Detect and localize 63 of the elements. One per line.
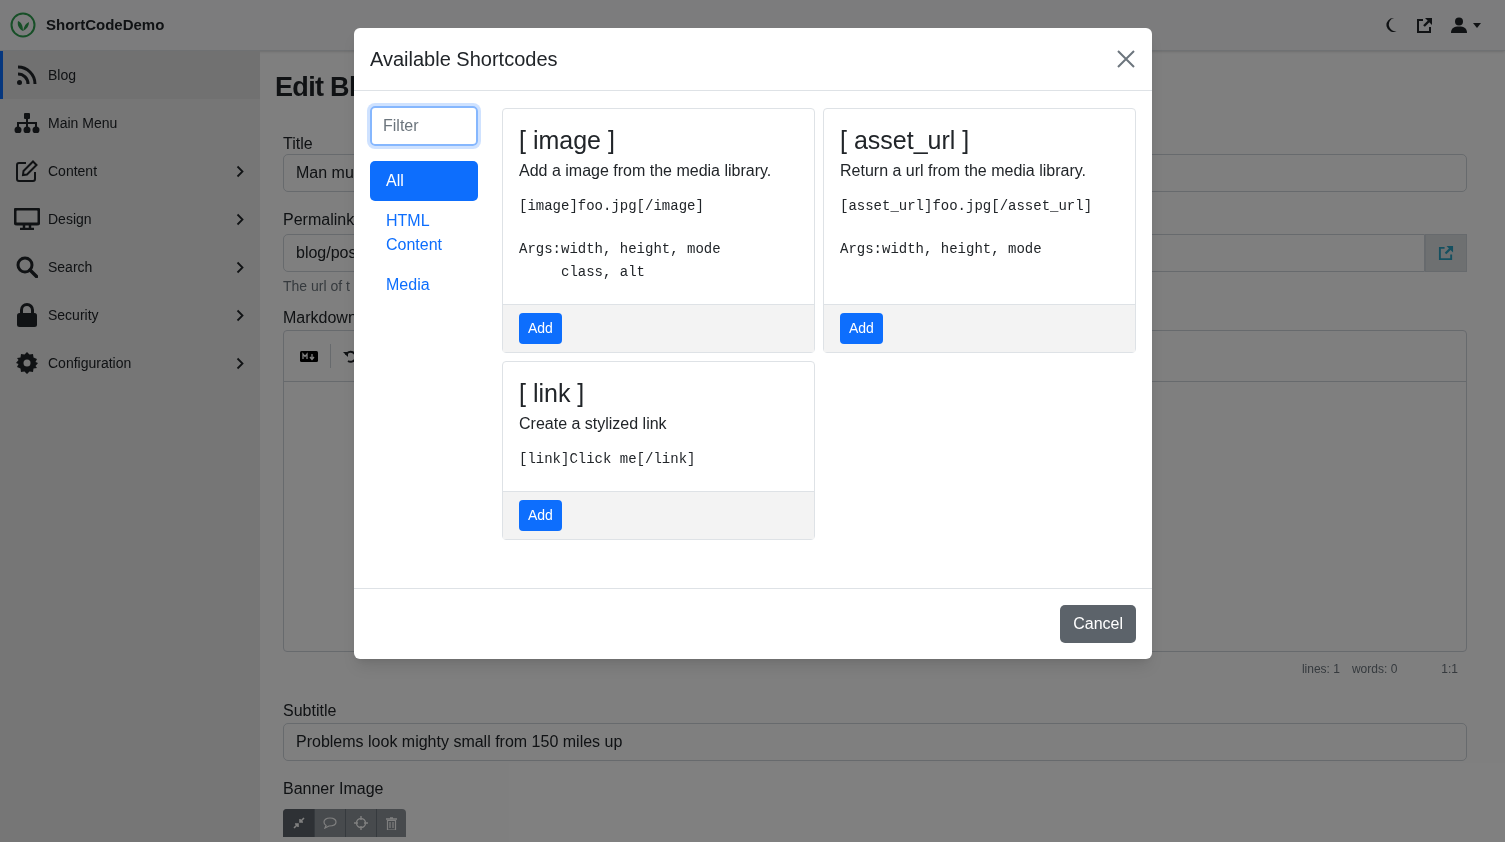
speech-bubble-icon: [323, 817, 337, 829]
usage-example: [image]foo.jpg[/image]: [519, 197, 705, 216]
category-link[interactable]: All: [370, 161, 478, 201]
lock-icon: [16, 303, 37, 327]
user-icon: [1451, 17, 1467, 33]
search-icon: [15, 256, 38, 278]
input-value: Man mu: [296, 163, 354, 183]
sidebar-item[interactable]: Design: [0, 195, 260, 243]
shortcode-name: [ link ]: [519, 378, 586, 408]
edit-icon: [15, 160, 38, 182]
undo-icon[interactable]: [343, 349, 357, 363]
dialog-title: Available Shortcodes: [370, 47, 558, 72]
add-button[interactable]: Add: [519, 313, 562, 344]
leaf-logo-icon: [10, 12, 36, 38]
sidebar-item[interactable]: Security: [0, 291, 260, 339]
caret-icon: [1473, 22, 1481, 28]
usage-example: [asset_url]foo.jpg[/asset_url]: [840, 197, 1094, 216]
brand-name[interactable]: ShortCodeDemo: [46, 13, 165, 37]
shortcode-description: Add a image from the media library.: [519, 161, 773, 181]
sidebar-item[interactable]: Content: [0, 147, 260, 195]
input-value: blog/pos: [296, 243, 357, 263]
shrink-button[interactable]: [283, 809, 314, 837]
shortcode-name: [ image ]: [519, 125, 616, 155]
line-count: lines: 1: [1301, 661, 1340, 678]
crosshair-icon: [354, 816, 368, 830]
usage-example: [link]Click me[/link]: [519, 450, 697, 469]
sitemap-icon: [13, 113, 40, 133]
sidebar-item[interactable]: Search: [0, 243, 260, 291]
add-button[interactable]: Add: [519, 500, 562, 531]
sidebar-item[interactable]: Configuration: [0, 339, 260, 387]
rss-icon: [15, 64, 38, 86]
sidebar-item[interactable]: Main Menu: [0, 99, 260, 147]
trash-icon: [386, 816, 397, 830]
cancel-button[interactable]: Cancel: [1060, 605, 1136, 643]
subtitle-input[interactable]: Problems look mighty small from 150 miles up: [283, 723, 1467, 761]
help-text: The url of t: [283, 277, 350, 296]
input-value: Problems look mighty small from 150 miles up: [296, 732, 623, 752]
field-label: Banner Image: [283, 779, 384, 799]
field-label: Permalink: [283, 210, 355, 230]
shortcode-description: Create a stylized link: [519, 414, 668, 434]
close-button[interactable]: [1117, 50, 1135, 68]
moon-icon[interactable]: [1384, 17, 1398, 33]
category-link[interactable]: HTML Content: [370, 201, 478, 265]
sidebar-item[interactable]: Blog: [0, 51, 260, 99]
category-link[interactable]: Media: [370, 265, 478, 305]
word-count: words: 0: [1351, 661, 1398, 678]
markdown-icon[interactable]: [300, 350, 318, 362]
add-button[interactable]: Add: [840, 313, 883, 344]
user-menu[interactable]: [1451, 17, 1481, 33]
cursor-position: 1:1: [1441, 661, 1458, 678]
argument-list: Args:width, height, mode: [840, 238, 1119, 261]
gear-icon: [15, 352, 38, 374]
arrows-icon: [292, 817, 305, 829]
filter-field[interactable]: Filter: [370, 106, 478, 146]
external-link-icon[interactable]: [1416, 16, 1433, 34]
shortcode-name: [ asset_url ]: [840, 125, 971, 155]
field-label: Title: [283, 134, 313, 154]
shortcode-description: Return a url from the media library.: [840, 161, 1087, 181]
argument-list: Args:width, height, mode class, alt: [519, 238, 798, 284]
field-label: Subtitle: [283, 701, 337, 721]
close-icon: [1117, 50, 1135, 68]
monitor-icon: [13, 208, 40, 230]
external-link-icon: [1438, 245, 1454, 261]
